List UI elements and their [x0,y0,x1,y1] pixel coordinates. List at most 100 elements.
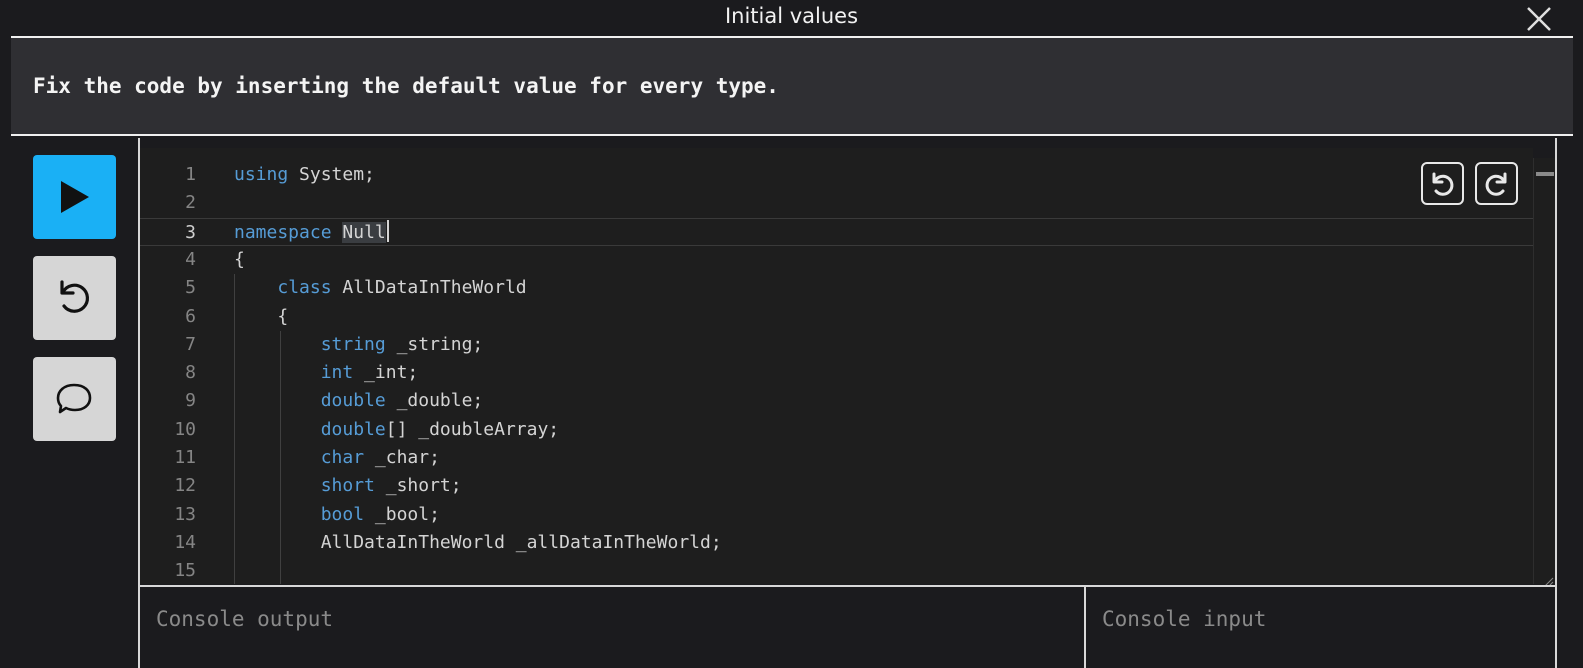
close-icon[interactable] [1524,4,1554,34]
reset-icon [60,280,90,313]
line-number: 9 [185,390,196,412]
console-input[interactable]: Console input [1084,587,1555,668]
code-editor[interactable]: 1 using System; 2 3 namespace Null 4{5 class … [140,148,1533,584]
line-number: 4 [185,248,196,270]
code-token: _double; [385,390,484,412]
code-token: _bool; [364,503,440,525]
code-line[interactable]: 3 namespace Null [140,217,1533,247]
code-text: bool _bool; [234,501,440,529]
console-area: Console output Console input [140,585,1555,668]
console-input-placeholder: Console input [1102,607,1267,631]
console-output[interactable]: Console output [140,587,1084,668]
text-caret [386,219,389,242]
undo-icon [1432,172,1454,196]
code-text: { [234,246,245,274]
scrollbar-thumb[interactable] [1536,172,1554,176]
run-button[interactable] [33,155,116,239]
code-line[interactable]: 13 bool _bool; [140,501,1533,529]
code-text: class AllDataInTheWorld [234,274,527,302]
redo-button[interactable] [1475,162,1518,205]
code-token: AllDataInTheWorld _allDataInTheWorld; [234,531,722,553]
code-keyword: class [277,277,332,299]
code-line[interactable]: 5 class AllDataInTheWorld [140,274,1533,302]
line-number: 10 [174,418,196,440]
code-token: _char; [364,447,440,468]
code-line[interactable]: 14 AllDataInTheWorld _allDataInTheWorld; [140,529,1533,557]
line-number: 15 [174,560,196,582]
code-line[interactable]: 8 int _int; [140,359,1533,387]
code-line[interactable]: 12 short _short; [140,472,1533,500]
code-text: string _string; [234,331,484,359]
code-token: System; [288,164,375,185]
redo-icon [1485,172,1507,196]
line-number: 14 [174,531,196,553]
line-number: 13 [174,503,196,525]
code-token: _short; [374,475,462,497]
code-token: _string; [385,333,484,355]
code-text: namespace Null [234,219,389,247]
line-number: 11 [174,447,196,468]
code-line[interactable]: 2 [140,189,1533,217]
code-keyword: bool [320,503,365,525]
code-line[interactable]: 6 { [140,303,1533,331]
editor-scrollbar[interactable] [1533,158,1555,584]
code-keyword: double [320,390,386,412]
resize-grip-icon[interactable] [1542,572,1554,587]
code-text: AllDataInTheWorld _allDataInTheWorld; [234,529,722,557]
code-text: using System; [234,161,375,189]
line-number: 3 [185,221,196,243]
code-token: Null [342,221,386,243]
code-text: int _int; [234,359,419,387]
instructions-text: Fix the code by inserting the default va… [33,74,779,98]
code-keyword: short [320,475,375,497]
indent-guide [234,274,235,584]
play-icon [61,181,89,213]
line-number: 8 [185,362,196,384]
code-line[interactable]: 7 string _string; [140,331,1533,359]
line-number: 2 [185,192,196,214]
instructions-panel: Fix the code by inserting the default va… [11,36,1573,136]
indent-guide [280,330,281,584]
code-line[interactable]: 1 using System; [140,161,1533,189]
code-token: { [234,305,289,327]
title-bar: Initial values [0,0,1583,36]
action-sidebar [11,138,138,668]
line-number: 12 [174,475,196,497]
code-token: AllDataInTheWorld [331,277,527,299]
code-line[interactable]: 9 double _double; [140,387,1533,415]
code-keyword: int [320,362,354,384]
code-keyword: char [320,447,365,468]
console-output-placeholder: Console output [156,607,334,631]
window-title: Initial values [724,4,859,28]
code-text: short _short; [234,472,462,500]
hint-button[interactable] [33,357,116,441]
speech-bubble-icon [56,383,92,414]
line-number: 6 [185,305,196,327]
code-line[interactable]: 11 char _char; [140,444,1533,472]
code-keyword: string [320,333,386,355]
code-text: char _char; [234,444,440,472]
code-token: [] _doubleArray; [385,418,560,440]
code-keyword: using [234,164,289,185]
code-token: _int; [353,362,419,384]
code-keyword: namespace [234,221,332,243]
code-line[interactable]: 4{ [140,246,1533,274]
line-number: 7 [185,333,196,355]
line-number: 1 [185,164,196,185]
reset-button[interactable] [33,256,116,340]
line-number: 5 [185,277,196,299]
code-line[interactable]: 15 [140,557,1533,584]
code-token: { [234,248,245,270]
code-line[interactable]: 10 double[] _doubleArray; [140,416,1533,444]
undo-button[interactable] [1421,162,1464,205]
code-text: double[] _doubleArray; [234,416,559,444]
